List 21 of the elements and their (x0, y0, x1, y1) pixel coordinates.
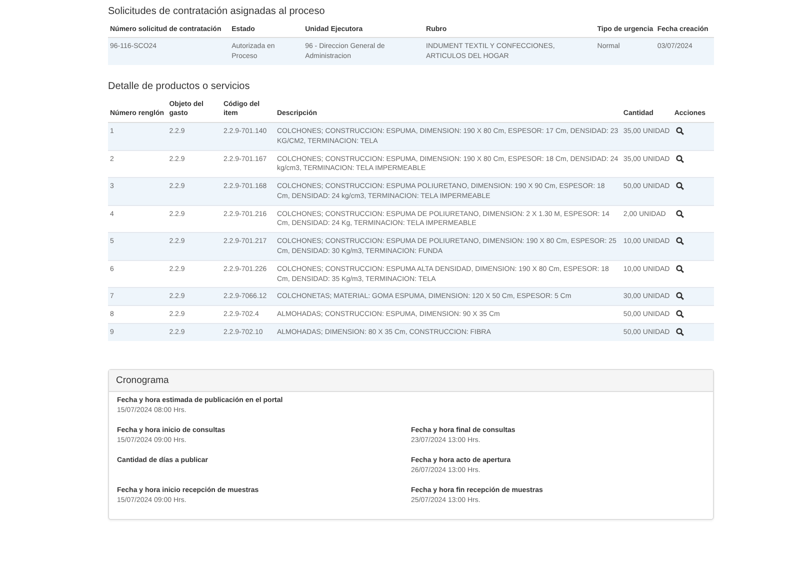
search-icon (676, 237, 684, 246)
search-icon (676, 182, 684, 190)
search-icon (676, 292, 684, 300)
search-icon (676, 210, 684, 218)
section-title: Solicitudes de contratación asignadas al proceso (108, 6, 326, 17)
search-button[interactable] (676, 126, 684, 135)
search-button[interactable] (676, 292, 684, 300)
search-button[interactable] (676, 237, 684, 246)
search-icon (676, 310, 684, 318)
search-button[interactable] (676, 154, 684, 162)
section-title: Detalle de productos o servicios (108, 81, 251, 92)
search-button[interactable] (676, 310, 684, 318)
search-icon (676, 264, 684, 273)
search-button[interactable] (676, 328, 684, 336)
search-button[interactable] (676, 210, 684, 218)
search-icon (676, 126, 684, 135)
search-button[interactable] (676, 264, 684, 273)
search-icon (676, 328, 684, 336)
panel-title: Cronograma (109, 370, 713, 392)
search-button[interactable] (676, 182, 684, 190)
search-icon (676, 154, 684, 162)
